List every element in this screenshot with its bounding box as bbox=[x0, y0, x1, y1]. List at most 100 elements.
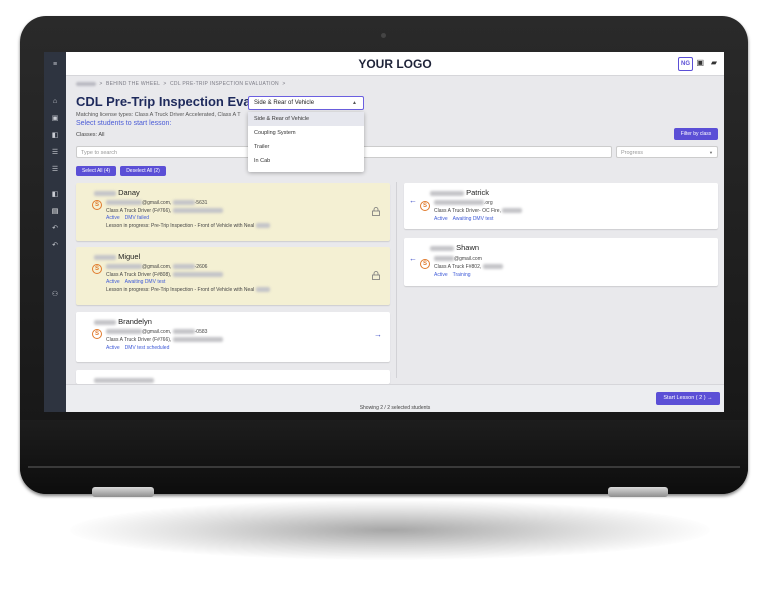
blurred-text bbox=[172, 264, 195, 270]
caret-up-icon: ▲ bbox=[352, 100, 357, 106]
hinge-line bbox=[28, 466, 740, 468]
student-card[interactable]: Miguel S @gmail.com, -2606 Class A Truck… bbox=[76, 247, 390, 305]
filter-by-class-button[interactable]: Filter by class bbox=[674, 128, 718, 140]
dropdown-option[interactable]: In Cab bbox=[248, 154, 364, 168]
breadcrumb-separator: > bbox=[99, 81, 103, 87]
blurred-text bbox=[430, 245, 454, 251]
dropdown-option[interactable]: Coupling System bbox=[248, 126, 364, 140]
blurred-text bbox=[172, 272, 223, 278]
student-email: @gmail.com bbox=[454, 256, 482, 262]
blurred-text bbox=[172, 337, 223, 343]
breadcrumb: > BEHIND THE WHEEL > CDL PRE-TRIP INSPEC… bbox=[76, 81, 286, 87]
start-lesson-button[interactable]: Start Lesson ( 2 ) → bbox=[656, 392, 720, 405]
product-mockup: ≡ ⌂ ▣ ◧ ☰ ☰ ◧ ▤ ↶ ↶ ⚇ YOUR LOGO NG ▣ ▰ >… bbox=[0, 0, 768, 600]
selected-student-card[interactable]: ← Patrick S .org Class A Truck Driver- O… bbox=[404, 183, 718, 229]
student-badge: S bbox=[92, 200, 102, 210]
student-first-name: Patrick bbox=[466, 188, 490, 197]
student-first-name: Miguel bbox=[118, 252, 141, 261]
student-class: Class A Truck Driver (F#766), bbox=[106, 337, 172, 343]
selection-count: Showing 2 / 2 selected students bbox=[359, 405, 431, 411]
hinge-right bbox=[608, 487, 668, 497]
student-badge: S bbox=[420, 259, 430, 269]
blurred-text bbox=[172, 208, 223, 214]
lock-icon bbox=[372, 271, 380, 280]
student-name: Brandelyn bbox=[94, 317, 152, 326]
student-card[interactable]: Danay S @gmail.com, -5631 Class A Truck … bbox=[76, 183, 390, 241]
status-tag: Active bbox=[106, 215, 120, 221]
blurred-text bbox=[434, 200, 484, 206]
student-phone: -5631 bbox=[194, 200, 208, 206]
breadcrumb-root[interactable] bbox=[76, 81, 96, 86]
student-statuses: Active Awaiting DMV test bbox=[106, 279, 170, 285]
menu-icon[interactable]: ≡ bbox=[50, 60, 60, 70]
calendar-icon[interactable]: ▣ bbox=[696, 58, 704, 67]
blurred-text bbox=[106, 264, 142, 270]
student-email: .org bbox=[484, 200, 493, 206]
status-tag: DMV failed bbox=[124, 215, 150, 221]
dropdown-option[interactable]: Side & Rear of Vehicle bbox=[248, 112, 364, 126]
blurred-text bbox=[172, 200, 195, 206]
student-first-name: Shawn bbox=[456, 243, 480, 252]
top-bar: YOUR LOGO NG ▣ ▰ bbox=[66, 52, 724, 76]
blurred-text bbox=[94, 319, 116, 325]
lesson-progress-text: Lesson in progress: Pre-Trip Inspection … bbox=[106, 287, 255, 293]
document-icon[interactable]: ◧ bbox=[50, 190, 60, 200]
arrow-left-icon[interactable]: ← bbox=[409, 196, 417, 205]
student-class: Class A Truck F#802, bbox=[434, 264, 482, 270]
blurred-text bbox=[482, 264, 503, 270]
blurred-text bbox=[434, 256, 454, 262]
status-tag: Training bbox=[452, 272, 471, 278]
student-statuses: Active DMV test scheduled bbox=[106, 345, 174, 351]
selected-student-card[interactable]: ← Shawn S @gmail.com Class A Truck F#802… bbox=[404, 238, 718, 286]
copy-icon[interactable]: ◧ bbox=[50, 131, 60, 141]
blurred-text bbox=[94, 377, 154, 383]
book-icon[interactable]: ▤ bbox=[50, 207, 60, 217]
nav-rail: ≡ ⌂ ▣ ◧ ☰ ☰ ◧ ▤ ↶ ↶ ⚇ bbox=[44, 52, 66, 412]
arrow-right-icon[interactable]: → bbox=[374, 330, 382, 339]
student-statuses: Active DMV failed bbox=[106, 215, 154, 221]
clipboard-icon[interactable]: ▣ bbox=[50, 114, 60, 124]
student-badge: S bbox=[92, 329, 102, 339]
student-card[interactable] bbox=[76, 370, 390, 384]
blurred-text bbox=[502, 208, 523, 214]
list-icon[interactable]: ☰ bbox=[50, 148, 60, 158]
user-avatar[interactable]: NG bbox=[678, 57, 693, 71]
breadcrumb-separator: > bbox=[163, 81, 167, 87]
app-logo: YOUR LOGO bbox=[358, 57, 432, 71]
laptop-base bbox=[20, 420, 748, 494]
status-tag: Active bbox=[434, 272, 448, 278]
student-statuses: Active Training bbox=[434, 272, 476, 278]
select-all-button[interactable]: Select All (4) bbox=[76, 166, 116, 176]
student-class: Class A Truck Driver (F#808), bbox=[106, 272, 172, 278]
student-email: @gmail.com, bbox=[142, 329, 172, 335]
student-badge: S bbox=[92, 264, 102, 274]
progress-select[interactable]: Progress ▼ bbox=[616, 146, 718, 158]
device-shadow bbox=[70, 500, 710, 560]
home-icon[interactable]: ⌂ bbox=[50, 97, 60, 107]
webcam bbox=[381, 33, 386, 38]
breadcrumb-separator: > bbox=[282, 81, 286, 87]
status-tag: Awaiting DMV test bbox=[124, 279, 166, 285]
deselect-all-button[interactable]: Deselect All (2) bbox=[120, 166, 166, 176]
student-statuses: Active Awaiting DMV test bbox=[434, 216, 498, 222]
student-card[interactable]: Brandelyn S @gmail.com, -0583 Class A Tr… bbox=[76, 312, 390, 362]
people-icon[interactable]: ⚇ bbox=[50, 290, 60, 300]
redo-icon[interactable]: ↶ bbox=[50, 241, 60, 251]
student-first-name: Brandelyn bbox=[118, 317, 152, 326]
lesson-select-value: Side & Rear of Vehicle bbox=[254, 100, 315, 106]
breadcrumb-item[interactable]: BEHIND THE WHEEL bbox=[106, 81, 160, 87]
student-first-name: Danay bbox=[118, 188, 140, 197]
lesson-select[interactable]: Side & Rear of Vehicle ▲ bbox=[248, 96, 364, 110]
breadcrumb-item[interactable]: CDL PRE-TRIP INSPECTION EVALUATION bbox=[170, 81, 279, 87]
lock-icon bbox=[372, 207, 380, 216]
student-name: Miguel bbox=[94, 252, 140, 261]
student-class: Class A Truck Driver (F#766), bbox=[106, 208, 172, 214]
student-phone: -2606 bbox=[194, 264, 208, 270]
filter-icon[interactable]: ☰ bbox=[50, 165, 60, 175]
progress-placeholder: Progress bbox=[621, 150, 644, 156]
dropdown-option[interactable]: Trailer bbox=[248, 140, 364, 154]
undo-icon[interactable]: ↶ bbox=[50, 224, 60, 234]
chat-icon[interactable]: ▰ bbox=[711, 58, 717, 67]
arrow-left-icon[interactable]: ← bbox=[409, 254, 417, 263]
student-email: @gmail.com, bbox=[142, 200, 172, 206]
